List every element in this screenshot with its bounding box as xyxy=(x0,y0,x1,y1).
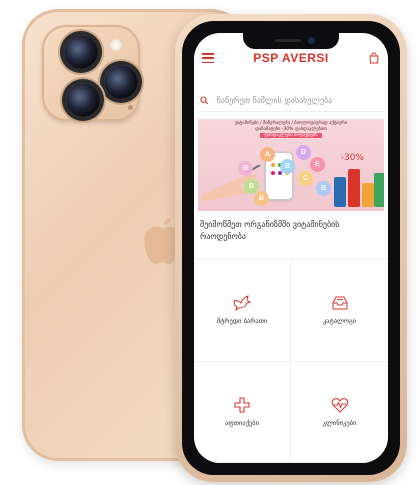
camera-module xyxy=(42,25,140,121)
tile-clinics[interactable]: კლინიკები xyxy=(291,362,388,463)
notch xyxy=(243,33,339,49)
camera-lens-icon xyxy=(64,35,98,69)
front-camera-icon xyxy=(308,37,315,44)
vitamin-bubble: B xyxy=(316,181,331,196)
vitamin-bubble: B xyxy=(280,159,295,174)
search-input[interactable] xyxy=(214,94,384,106)
tile-catalog[interactable]: კატალოგი xyxy=(291,260,388,362)
product-box xyxy=(374,173,384,207)
search-icon xyxy=(200,95,209,104)
vitamin-bubble: D xyxy=(296,145,311,160)
app-screen: PSP AVERSI ვიტამინები / მინერალები / ბიო… xyxy=(194,33,388,463)
heartbeat-icon xyxy=(331,397,348,413)
shopping-bag-icon[interactable] xyxy=(368,52,380,64)
speaker-icon xyxy=(275,39,301,42)
menu-grid: მტრედი ბარათი კატალოგი აფთიაქები კლინიკე… xyxy=(194,259,388,463)
vitamin-bubble: B xyxy=(254,191,269,206)
camera-lens-icon xyxy=(104,65,138,99)
banner-note: ფასდაკლება მოქმედებს xyxy=(198,133,384,139)
vitamin-bubble: A xyxy=(260,147,275,162)
tile-label: აფთიაქები xyxy=(225,418,259,427)
pharmacy-cross-icon xyxy=(234,397,250,413)
flash-icon xyxy=(110,39,122,51)
discount-label: -30% xyxy=(340,153,364,163)
phone-bezel: PSP AVERSI ვიტამინები / მინერალები / ბიო… xyxy=(182,21,400,475)
tile-loyalty-card[interactable]: მტრედი ბარათი xyxy=(194,260,291,362)
tile-label: კატალოგი xyxy=(322,317,357,326)
vitamin-bubble: E xyxy=(310,157,325,172)
microphone-icon xyxy=(128,105,133,110)
brand-text: PSP AVERSI xyxy=(253,51,329,65)
tile-pharmacies[interactable]: აფთიაქები xyxy=(194,361,291,463)
promo-banner[interactable]: ვიტამინები / მინერალები / ბიოლოგიურად აქ… xyxy=(198,119,384,211)
hamburger-menu-icon[interactable] xyxy=(202,53,214,63)
brand-logo[interactable]: PSP AVERSI xyxy=(253,51,328,65)
vitamin-bubble: B xyxy=(238,161,253,176)
dove-icon xyxy=(233,295,251,312)
product-box xyxy=(348,169,360,207)
tile-label: მტრედი ბარათი xyxy=(216,317,268,326)
camera-lens-icon xyxy=(66,83,100,117)
catalog-tray-icon xyxy=(332,296,347,310)
phone-front: PSP AVERSI ვიტამინები / მინერალები / ბიო… xyxy=(175,14,407,482)
product-box xyxy=(334,177,346,207)
search-bar[interactable] xyxy=(198,89,384,112)
tile-label: კლინიკები xyxy=(322,418,357,427)
product-box xyxy=(362,183,374,207)
vitamin-bubble: C xyxy=(298,171,313,186)
banner-caption[interactable]: შეიმოწმეთ ორგანიზმში ვიტამინების რაოდენო… xyxy=(200,219,380,243)
